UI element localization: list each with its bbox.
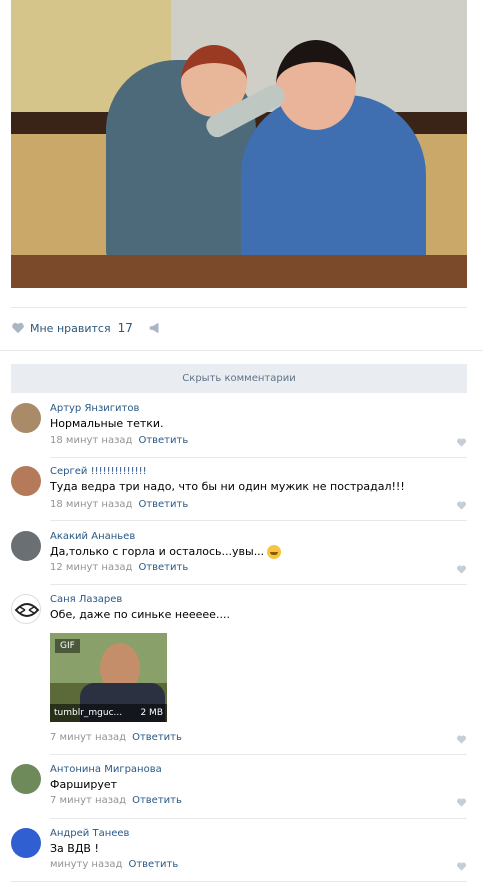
heart-icon [12,322,24,334]
megaphone-icon[interactable] [148,321,162,335]
gif-size: 2 MB [140,708,163,718]
avatar[interactable] [11,403,41,433]
tiger-icon [14,603,40,617]
comment-item: Андрей Танеев За ВДВ ! минуту назад Ответ… [11,828,467,880]
comment-time[interactable]: 7 минут назад [50,795,126,806]
comment-time[interactable]: 18 минут назад [50,435,132,446]
divider [50,520,467,521]
reply-link[interactable]: Ответить [132,795,182,806]
comment-time[interactable]: 7 минут назад [50,732,126,743]
gif-badge: GIF [55,639,80,653]
like-button[interactable]: Мне нравится 17 [11,320,133,336]
avatar[interactable] [11,594,41,624]
comment-item: Саня Лазарев Обе, даже по синьке неееее.… [11,594,467,754]
reply-link[interactable]: Ответить [138,499,188,510]
comment-text: Обе, даже по синьке неееее.... [50,608,230,621]
divider [11,881,467,882]
divider [50,584,467,585]
heart-icon[interactable] [456,861,467,872]
divider [50,754,467,755]
divider [50,457,467,458]
hide-comments-button[interactable]: Скрыть комментарии [11,364,467,393]
avatar[interactable] [11,531,41,561]
comment-meta: 18 минут назад Ответить [50,499,188,510]
heart-icon[interactable] [456,564,467,575]
comment-text-content: Да,только с горла и осталось...увы... [50,545,265,558]
comment-item: Артур Янзигитов Нормальные тетки. 18 мин… [11,403,467,458]
like-label: Мне нравится [30,321,111,335]
avatar[interactable] [11,466,41,496]
comment-text: Нормальные тетки. [50,417,164,430]
comment-item: Акакий Ананьев Да,только с горла и остал… [11,531,467,586]
comment-meta: минуту назад Ответить [50,859,178,870]
comment-text: За ВДВ ! [50,842,99,855]
comment-time[interactable]: минуту назад [50,859,122,870]
comment-item: Сергей !!!!!!!!!!!!!! Туда ведра три над… [11,466,467,521]
comment-author[interactable]: Акакий Ананьев [50,531,135,542]
divider [0,350,483,351]
comment-author[interactable]: Антонина Мигранова [50,764,162,775]
gif-caption: tumblr_mguc... 2 MB [50,704,167,722]
reply-link[interactable]: Ответить [138,435,188,446]
heart-icon[interactable] [456,437,467,448]
comment-text: Фарширует [50,778,118,791]
heart-icon[interactable] [456,734,467,745]
comment-meta: 7 минут назад Ответить [50,732,182,743]
comment-author[interactable]: Артур Янзигитов [50,403,139,414]
reply-link[interactable]: Ответить [138,562,188,573]
comment-author[interactable]: Саня Лазарев [50,594,122,605]
comment-text: Туда ведра три надо, что бы ни один мужи… [50,480,405,493]
heart-icon[interactable] [456,500,467,511]
comment-author[interactable]: Сергей !!!!!!!!!!!!!! [50,466,147,477]
gif-filename: tumblr_mguc... [54,708,123,718]
like-count: 17 [117,321,133,335]
avatar[interactable] [11,828,41,858]
gif-attachment[interactable]: GIF tumblr_mguc... 2 MB [50,633,167,722]
avatar[interactable] [11,764,41,794]
divider [11,307,467,308]
smiley-emoji-icon [267,545,282,559]
comment-meta: 7 минут назад Ответить [50,795,182,806]
comment-item: Антонина Мигранова Фарширует 7 минут наз… [11,764,467,819]
comment-time[interactable]: 12 минут назад [50,562,132,573]
comment-author[interactable]: Андрей Танеев [50,828,129,839]
comment-meta: 18 минут назад Ответить [50,435,188,446]
comment-time[interactable]: 18 минут назад [50,499,132,510]
comment-text: Да,только с горла и осталось...увы... [50,545,282,559]
comment-meta: 12 минут назад Ответить [50,562,188,573]
reply-link[interactable]: Ответить [132,732,182,743]
reply-link[interactable]: Ответить [128,859,178,870]
heart-icon[interactable] [456,797,467,808]
post-photo[interactable] [11,0,467,288]
divider [50,818,467,819]
